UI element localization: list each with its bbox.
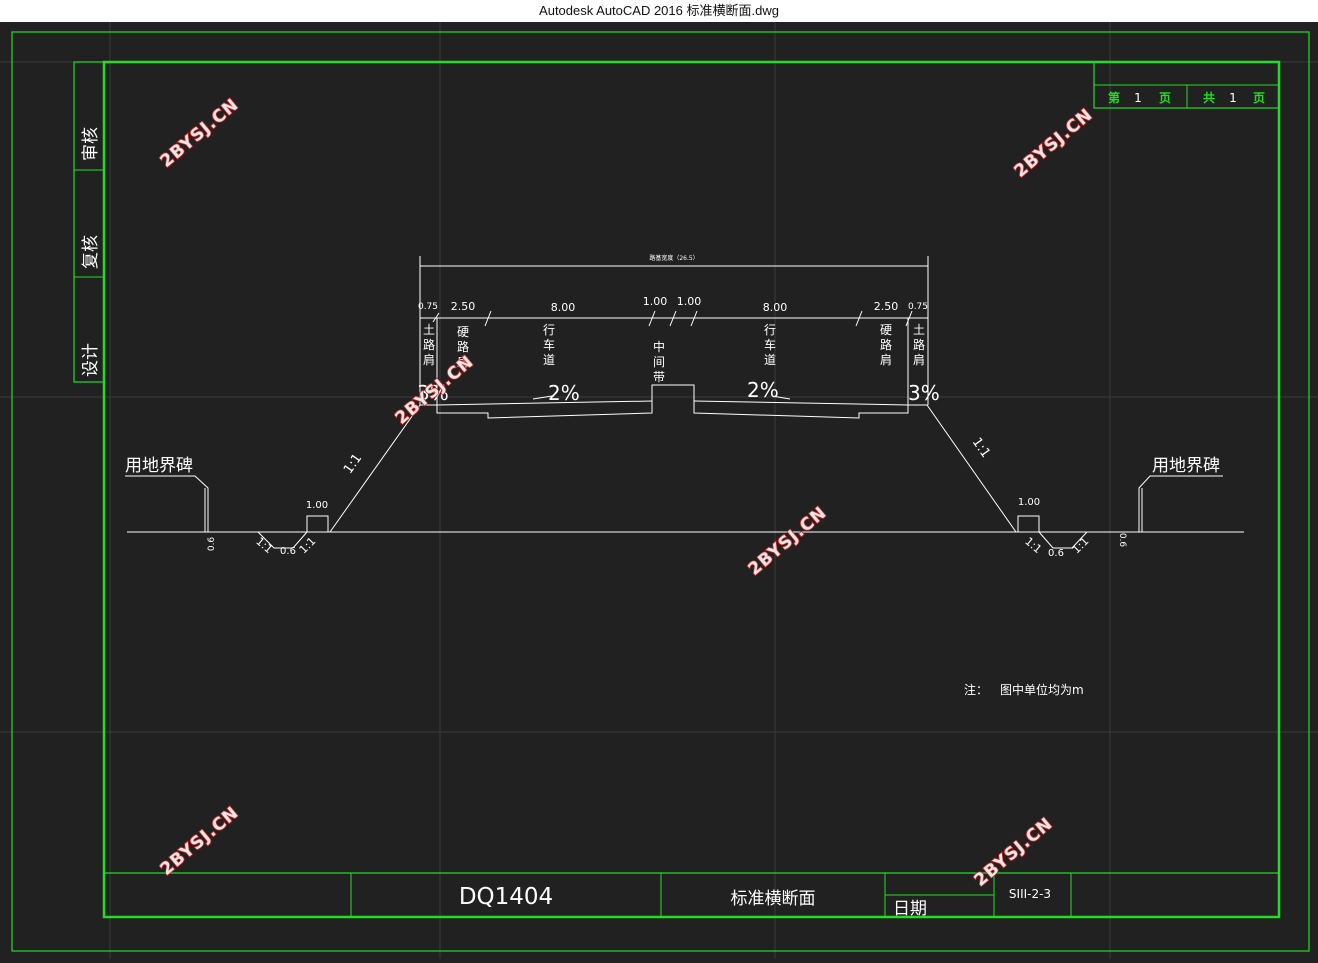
zone-lane-right-1: 行	[764, 323, 776, 337]
ditch-slope-right-2: 1:1	[1070, 535, 1092, 557]
zone-earth-left-3: 肩	[423, 352, 435, 367]
review-sidebar: 审核 复核 设计	[73, 61, 105, 383]
drawing-labels: 路基宽度（26.5） 0.75 2.50 8.00 1.00 1.00 8.00…	[125, 254, 1220, 559]
zone-median-2: 间	[653, 355, 665, 369]
embankment-right	[908, 404, 1017, 533]
dim-ticks	[432, 310, 913, 405]
embankment-slope-right: 1:1	[969, 435, 993, 461]
ditch-slope-left-2: 1:1	[297, 535, 319, 557]
ditch-depth-right: 0.6	[1117, 533, 1127, 548]
ditch-top-left: 1.00	[306, 500, 328, 511]
design-label: 设计	[81, 343, 101, 377]
zone-earth-left-2: 路	[423, 337, 435, 352]
dim-7: 0.75	[908, 302, 928, 312]
zone-lane-right-2: 车	[764, 337, 776, 352]
ditch-slope-left-1: 1:1	[253, 535, 275, 556]
ditch-slope-right-1: 1:1	[1022, 535, 1044, 556]
watermark-4: 2BYSJ.CN	[745, 503, 831, 580]
ditch-bottom-right: 0.6	[1048, 548, 1064, 559]
zone-earth-right-3: 肩	[913, 352, 925, 367]
pavement-top-right	[693, 400, 909, 406]
zone-median-1: 中	[653, 339, 665, 354]
drawing-name: 标准横断面	[731, 889, 816, 909]
zone-median-3: 带	[653, 370, 665, 384]
dim-2: 8.00	[551, 301, 576, 314]
ditch-left-top	[306, 515, 329, 532]
slope-lane-left: 2%	[548, 381, 580, 405]
watermark-6: 2BYSJ.CN	[971, 814, 1057, 891]
zone-lane-right-3: 道	[764, 353, 776, 367]
zone-hard-right-1: 硬	[880, 323, 892, 337]
total-prefix: 共	[1203, 90, 1215, 105]
overall-width: 路基宽度（26.5）	[649, 254, 698, 262]
zone-lane-left-1: 行	[543, 323, 555, 337]
zone-hard-right-2: 路	[880, 337, 892, 352]
note-text: 图中单位均为m	[1000, 682, 1084, 697]
drawing-frame	[11, 31, 1310, 952]
watermark-5: 2BYSJ.CN	[157, 803, 243, 880]
marker-right-leader	[1138, 475, 1223, 532]
pavement-bottom-left	[436, 405, 653, 419]
title-block: DQ1404 标准横断面 日期 SIII-2-3	[104, 872, 1279, 919]
zone-lane-left-3: 道	[543, 353, 555, 367]
zone-hard-left-1: 硬	[457, 325, 469, 339]
dim-6: 2.50	[874, 300, 899, 313]
ditch-top-right: 1.00	[1018, 497, 1040, 508]
page-unit: 页	[1159, 91, 1171, 105]
watermark-1: 2BYSJ.CN	[157, 95, 243, 172]
ditch-bottom-left: 0.6	[280, 546, 296, 557]
watermark-2: 2BYSJ.CN	[1011, 105, 1097, 182]
dim-0: 0.75	[418, 302, 438, 312]
ditch-right-top	[1017, 515, 1040, 532]
total-unit: 页	[1253, 91, 1265, 105]
marker-left-leader	[125, 475, 209, 532]
watermarks: 2BYSJ.CN 2BYSJ.CN 2BYSJ.CN 2BYSJ.CN 2BYS…	[156, 94, 1098, 892]
slope-shoulder-right: 3%	[908, 381, 940, 405]
review-label: 审核	[81, 127, 101, 161]
page-prefix: 第	[1108, 90, 1120, 105]
ditch-depth-left: 0.6	[207, 537, 217, 552]
drawing-canvas[interactable]: 审核 复核 设计 第 1 页 共 1 页 DQ1404 标准横断面 日期 SII…	[0, 22, 1318, 959]
embankment-slope-left: 1:1	[341, 451, 365, 477]
zone-earth-right-1: 土	[913, 323, 925, 337]
dim-4: 1.00	[677, 295, 702, 308]
dim-1: 2.50	[451, 300, 476, 313]
boundary-marker-left: 用地界碑	[125, 456, 193, 476]
zone-earth-left-1: 土	[423, 323, 435, 337]
slope-lane-right: 2%	[747, 378, 779, 402]
boundary-marker-right: 用地界碑	[1152, 456, 1220, 476]
background-grid	[0, 22, 1318, 959]
zone-lane-left-2: 车	[543, 337, 555, 352]
window-title: Autodesk AutoCAD 2016 标准横断面.dwg	[0, 0, 1318, 22]
total-no: 1	[1229, 91, 1237, 105]
dim-5: 8.00	[763, 301, 788, 314]
project-code: DQ1404	[459, 884, 553, 910]
drawing-number: SIII-2-3	[1009, 887, 1051, 901]
zone-hard-right-3: 肩	[880, 352, 892, 367]
date-label: 日期	[893, 899, 927, 919]
recheck-label: 复核	[81, 235, 101, 269]
pavement-bottom-right	[693, 405, 909, 419]
dim-3: 1.00	[643, 295, 668, 308]
page-no: 1	[1134, 91, 1142, 105]
zone-hard-left-2: 路	[457, 339, 469, 354]
zone-earth-right-2: 路	[913, 337, 925, 352]
note: 注： 图中单位均为m	[964, 682, 1084, 697]
page-number-box: 第 1 页 共 1 页	[1093, 61, 1280, 109]
cad-viewport[interactable]: 审核 复核 设计 第 1 页 共 1 页 DQ1404 标准横断面 日期 SII…	[0, 22, 1318, 959]
note-label: 注：	[964, 682, 988, 697]
pavement-top-left	[436, 400, 653, 406]
